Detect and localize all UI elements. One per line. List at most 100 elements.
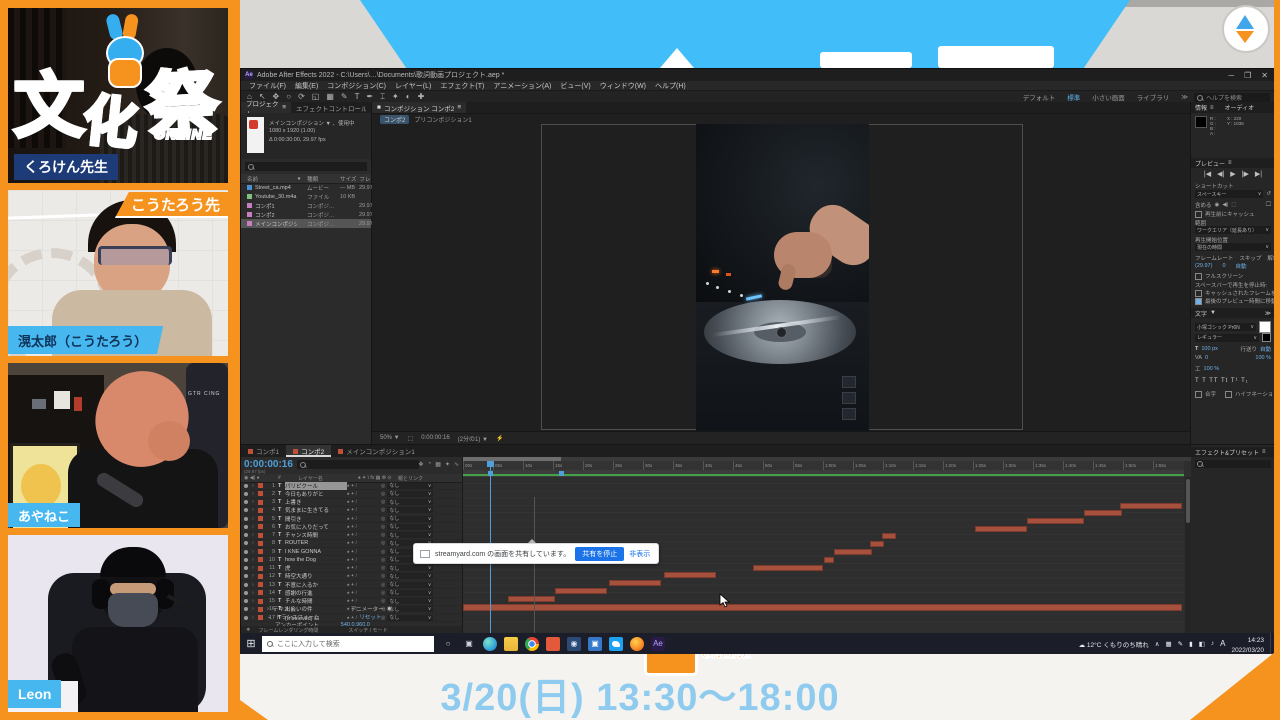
layer-name[interactable]: パリピクール — [285, 482, 347, 490]
range-dropdown[interactable]: ワークエリア（延長あり）∨ — [1195, 226, 1271, 234]
layer-switches[interactable]: ♠ ✦ / — [347, 598, 381, 604]
timeline-layer-row[interactable]: › 6 T お気に入りだって ♠ ✦ / ◎なし∨ — [241, 523, 462, 531]
tool-icon[interactable]: ✚ — [418, 91, 425, 103]
include-video-icon[interactable]: ◉ — [1215, 202, 1220, 208]
zoom-level-dropdown[interactable]: 50% ▼ — [380, 435, 400, 441]
tray-expand-caret[interactable]: ∧ — [1155, 640, 1160, 648]
taskbar-app-icon[interactable] — [504, 637, 518, 651]
timeline-layer-row[interactable]: › 13 T 不意に入るか ♠ ✦ / ◎なし∨ — [241, 581, 462, 589]
parent-dropdown[interactable]: なし∨ — [387, 590, 433, 596]
timeline-search-input[interactable] — [297, 460, 419, 469]
taskbar-app-icon[interactable]: ▣ — [462, 637, 476, 651]
taskbar-app-icon[interactable] — [525, 637, 539, 651]
tab-character[interactable]: 文字 — [1195, 309, 1207, 318]
layer-switches[interactable]: ♠ ✦ / — [347, 507, 381, 513]
project-item-row[interactable]: メインコンポジション コンポジ… 29.97 — [241, 219, 371, 228]
parent-pickwhip-icon[interactable]: ◎ — [381, 598, 385, 604]
layer-name[interactable]: how the Dog — [285, 557, 347, 563]
workspace-tab[interactable]: 小さい画面 — [1092, 92, 1125, 102]
workspace-tab[interactable]: デフォルト — [1023, 92, 1056, 102]
parent-pickwhip-icon[interactable]: ◎ — [381, 582, 385, 588]
animator-button[interactable]: アニメーター: ◉ — [351, 605, 392, 613]
project-search-input[interactable] — [245, 162, 367, 171]
taskbar-app-icon[interactable]: ▣ — [588, 637, 602, 651]
parent-pickwhip-icon[interactable]: ◎ — [381, 524, 385, 530]
stroke-color-swatch[interactable] — [1262, 333, 1271, 342]
parent-pickwhip-icon[interactable]: ◎ — [381, 590, 385, 596]
timeline-layer-row[interactable]: › 1 T パリピクール ♠ ✦ / ◎なし∨ — [241, 482, 462, 490]
timeline-layer-bar[interactable] — [870, 541, 884, 547]
parent-dropdown[interactable]: なし∨ — [387, 532, 433, 538]
project-item-row[interactable]: コンポ2 コンポジ… 29.97 — [241, 210, 371, 219]
timeline-layer-row[interactable]: › 7 T チャンス時間 ♠ ✦ / ◎なし∨ — [241, 532, 462, 540]
layer-name[interactable]: ROUTER — [285, 540, 347, 546]
layer-switches[interactable]: ♠ ✦ / — [347, 499, 381, 505]
tab-effect-controls[interactable]: エフェクトコントロール（パイプ） — [291, 102, 371, 113]
layer-name[interactable]: チルな時間 — [285, 597, 347, 605]
workspace-tab[interactable]: ライブラリ — [1137, 92, 1170, 102]
layer-label-color[interactable] — [258, 500, 263, 505]
parent-pickwhip-icon[interactable]: ◎ — [381, 499, 385, 505]
workspace-tab[interactable]: 標準 — [1067, 92, 1080, 102]
maximize-button[interactable]: ❐ — [1244, 71, 1251, 80]
draft-3d-icon[interactable]: ◔ — [428, 461, 432, 468]
layer-label-color[interactable] — [258, 557, 263, 562]
timeline-layer-bar[interactable] — [882, 533, 896, 539]
layer-visibility-icon[interactable] — [244, 583, 248, 587]
layer-switches[interactable]: ♠ ✦ / — [347, 516, 381, 522]
ime-indicator[interactable]: A — [1220, 639, 1225, 648]
layer-label-color[interactable] — [258, 508, 263, 513]
layer-label-color[interactable] — [258, 541, 263, 546]
tool-icon[interactable]: ○ — [286, 91, 291, 103]
timeline-layer-row[interactable]: › 14 T 感謝の行進 ♠ ✦ / ◎なし∨ — [241, 589, 462, 597]
menu-item[interactable]: アニメーション(A) — [493, 81, 551, 91]
tab-info[interactable]: 情報 — [1195, 103, 1207, 112]
cache-checkbox[interactable] — [1195, 211, 1202, 218]
workspace-overflow[interactable]: ≫ — [1181, 93, 1188, 101]
layer-label-color[interactable] — [258, 483, 263, 488]
timeline-tab[interactable]: メインコンポジション1 — [331, 445, 422, 457]
tray-icon[interactable]: ♪ — [1211, 640, 1214, 647]
transport-button[interactable]: |▶ — [1242, 170, 1249, 178]
layer-switches[interactable]: ♠ ✦ / — [347, 540, 381, 546]
tray-icon[interactable]: ▦ — [1166, 640, 1172, 648]
parent-pickwhip-icon[interactable]: ◎ — [381, 549, 385, 555]
layer-name[interactable]: 感謝の行進 — [285, 589, 347, 597]
layer-visibility-icon[interactable] — [244, 541, 248, 545]
parent-dropdown[interactable]: なし∨ — [387, 582, 433, 588]
tool-icon[interactable]: ◱ — [312, 91, 320, 103]
layer-label-color[interactable] — [258, 566, 263, 571]
timeline-layer-row[interactable]: › 11 T 虎 ♠ ✦ / ◎なし∨ — [241, 565, 462, 573]
framerate-value[interactable]: (29.97) — [1195, 263, 1212, 269]
parent-dropdown[interactable]: なし∨ — [387, 483, 433, 489]
layer-visibility-icon[interactable] — [244, 574, 248, 578]
taskbar-app-icon[interactable]: Ae — [651, 637, 665, 651]
layer-switches[interactable]: ♠ ✦ / — [347, 524, 381, 530]
menu-item[interactable]: ウィンドウ(W) — [600, 81, 646, 91]
transport-button[interactable]: |◀ — [1204, 170, 1211, 178]
motion-blur-icon[interactable]: ✦ — [445, 461, 450, 468]
vscale-value[interactable]: 100 % — [1255, 355, 1271, 361]
layer-visibility-icon[interactable] — [244, 517, 248, 521]
layer-name[interactable]: お気に入りだって — [285, 523, 347, 531]
fast-preview-icon[interactable]: ⚡ — [496, 435, 503, 442]
project-item-row[interactable]: Youtube_30.m4a ファイル 10 KB — [241, 192, 371, 201]
tool-icon[interactable]: ▦ — [326, 91, 334, 103]
timeline-layer-bar[interactable] — [824, 557, 834, 563]
parent-pickwhip-icon[interactable]: ◎ — [381, 565, 385, 571]
layer-switches[interactable]: ♠ ✦ / — [347, 549, 381, 555]
tray-icon[interactable]: ▮ — [1189, 640, 1193, 648]
timeline-layer-row[interactable]: › 12 T 時空大通り ♠ ✦ / ◎なし∨ — [241, 573, 462, 581]
ligature-checkbox[interactable] — [1195, 391, 1202, 398]
timeline-layer-bar[interactable] — [753, 565, 823, 571]
cached-frames-checkbox[interactable] — [1195, 290, 1202, 297]
layer-name[interactable]: 不意に入るか — [285, 581, 347, 589]
layer-visibility-icon[interactable] — [244, 566, 248, 570]
parent-dropdown[interactable]: なし∨ — [387, 491, 433, 497]
layer-visibility-icon[interactable] — [244, 508, 248, 512]
timeline-layer-bar[interactable] — [463, 604, 1182, 611]
tool-icon[interactable]: ✎ — [341, 91, 348, 103]
parent-dropdown[interactable]: なし∨ — [387, 516, 433, 522]
reset-button[interactable]: リセット — [359, 613, 381, 621]
project-item-row[interactable]: Street_ca.mp4 ムービー — MB 29.97 — [241, 183, 371, 192]
